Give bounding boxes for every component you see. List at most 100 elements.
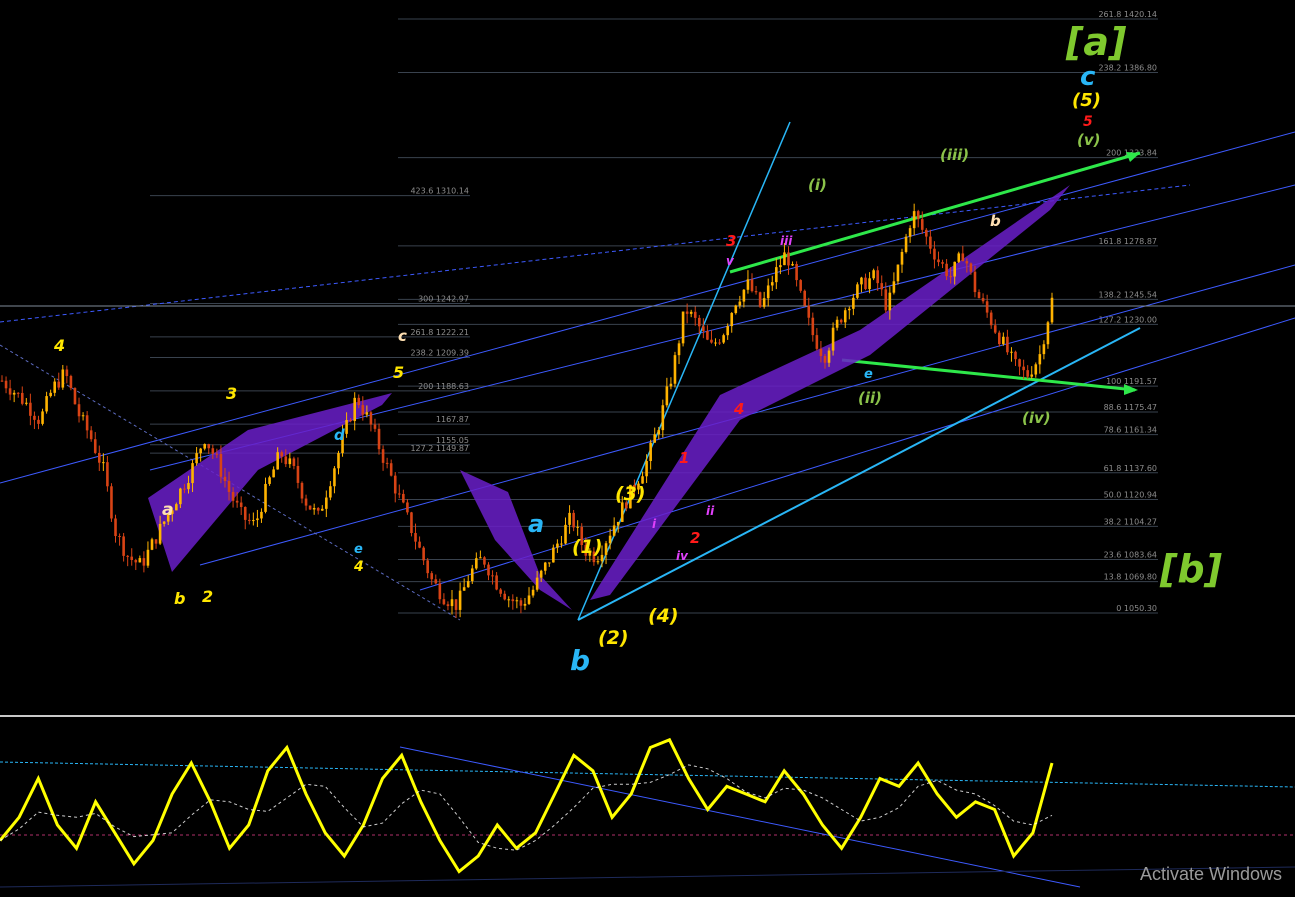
candle-body — [612, 525, 616, 536]
wave-label-a-bracket: [a] — [1065, 20, 1127, 64]
candle-body — [33, 415, 36, 420]
candle-body — [1030, 374, 1034, 377]
wave-label-iii-magenta: iii — [780, 234, 793, 248]
candle-body — [681, 311, 685, 344]
fib-label-right: 161.8 1278.87 — [1098, 237, 1157, 246]
candle-body — [276, 452, 279, 470]
activate-windows-watermark: Activate Windows — [1140, 864, 1283, 884]
candle-body — [677, 343, 681, 356]
candle-body — [325, 497, 328, 509]
candle-body — [604, 543, 608, 555]
candle-body — [252, 520, 255, 522]
candle-body — [989, 312, 993, 326]
candle-body — [183, 488, 186, 490]
candle-body — [1010, 351, 1013, 353]
candle-body — [661, 405, 665, 431]
wave-label-v-magenta: v — [726, 254, 735, 268]
wave-label-5-red: 5 — [1083, 114, 1093, 130]
candle-body — [8, 388, 12, 395]
wave-label-b-bracket: [b] — [1159, 547, 1223, 591]
candle-body — [227, 481, 231, 492]
candle-body — [803, 290, 807, 306]
candle-body — [985, 301, 989, 313]
candle-body — [81, 415, 85, 417]
candle-body — [381, 449, 385, 463]
candle-body — [852, 297, 855, 309]
candle-body — [620, 502, 624, 522]
candle-body — [572, 512, 575, 528]
cyan-base-line — [577, 327, 1141, 621]
candle-body — [426, 560, 429, 574]
fib-label-right: 61.8 1137.60 — [1104, 464, 1157, 473]
candle-body — [933, 248, 936, 260]
channel-line-1 — [0, 131, 1295, 484]
wave-label-2-yellow: 2 — [202, 587, 213, 606]
candle-body — [779, 265, 782, 268]
candle-body — [706, 330, 709, 340]
candle-body — [300, 482, 304, 499]
wave-label-3-red: 3 — [726, 232, 736, 250]
candle-body — [442, 599, 446, 605]
candle-body — [37, 419, 40, 424]
candle-body — [150, 539, 154, 550]
candle-body — [365, 412, 369, 415]
oscillator-signal-line — [0, 764, 1053, 851]
candle-body — [560, 543, 563, 545]
candle-body — [799, 280, 802, 291]
candle-body — [775, 267, 778, 283]
candle-body — [1038, 354, 1042, 365]
candle-body — [12, 392, 16, 395]
candle-body — [203, 444, 207, 449]
price-chart[interactable]: 261.8 1420.14238.2 1386.80200 1333.84161… — [0, 0, 1295, 715]
wave-label-4-paren: (4) — [648, 605, 679, 627]
wave-label-4-yellow-b: 4 — [353, 559, 364, 575]
candle-body — [499, 589, 502, 594]
wave-label-e-cyan: e — [354, 542, 363, 557]
candle-body — [535, 577, 539, 590]
candle-body — [20, 392, 24, 404]
candle-body — [73, 388, 77, 405]
candle-body — [787, 252, 790, 266]
wave-label-v: (v) — [1077, 131, 1101, 149]
candle-body — [361, 405, 365, 415]
candle-body — [1034, 364, 1038, 375]
candle-body — [162, 521, 166, 524]
candle-body — [434, 579, 438, 584]
candle-body — [734, 305, 738, 314]
oscillator-pane[interactable] — [0, 717, 1295, 897]
candle-body — [608, 535, 612, 544]
candle-body — [993, 325, 997, 333]
candle-body — [908, 228, 912, 237]
candle-body — [333, 468, 336, 487]
candle-body — [377, 428, 381, 450]
wave-label-1-paren: (1) — [572, 536, 603, 558]
candle-body — [191, 463, 194, 484]
candle-body — [462, 587, 466, 591]
candle-body — [414, 533, 417, 542]
candle-body — [142, 558, 146, 566]
candle-body — [264, 483, 267, 512]
candle-body — [158, 523, 162, 544]
candle-body — [880, 283, 884, 290]
wave-label-4-red: 4 — [733, 400, 744, 418]
candle-body — [726, 326, 729, 336]
candle-body — [511, 599, 515, 602]
candle-body — [304, 498, 308, 506]
candle-body — [1026, 370, 1029, 377]
candle-body — [912, 211, 916, 229]
candle-body — [207, 444, 211, 449]
candle-body — [211, 448, 215, 454]
fib-label-left: 300 1242.97 — [418, 295, 469, 304]
candle-body — [730, 313, 734, 327]
candle-body — [410, 512, 413, 534]
candle-body — [280, 452, 284, 457]
candle-body — [827, 350, 831, 363]
candle-body — [243, 507, 247, 520]
candle-body — [904, 236, 908, 252]
candle-body — [187, 483, 190, 490]
candle-body — [860, 277, 863, 285]
candle-body — [645, 460, 648, 477]
candle-body — [320, 508, 324, 511]
candle-body — [329, 486, 332, 498]
candle-body — [134, 560, 138, 563]
